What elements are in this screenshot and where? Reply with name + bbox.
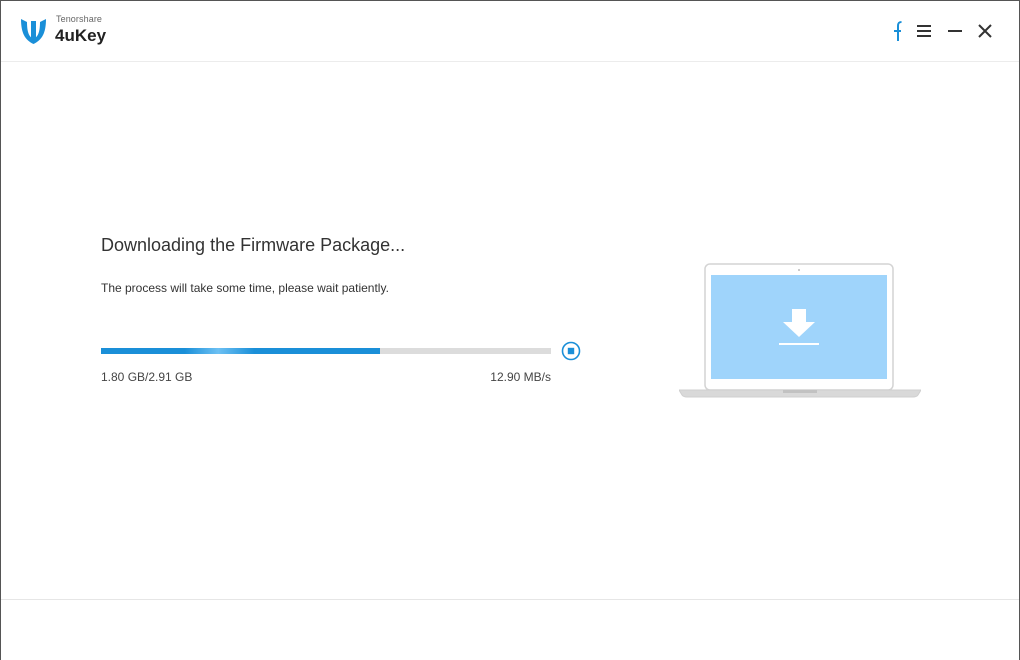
tenorshare-logo-icon: [21, 19, 46, 44]
download-progress-fill: [101, 348, 380, 354]
page-title: Downloading the Firmware Package...: [101, 235, 406, 255]
minimize-icon: [948, 30, 962, 32]
minimize-button[interactable]: [944, 19, 966, 43]
footer-bar: [1, 599, 1019, 660]
menu-button[interactable]: [913, 19, 935, 43]
page-subtitle: The process will take some time, please …: [101, 281, 389, 295]
download-size-text: 1.80 GB/2.91 GB: [101, 370, 193, 384]
menu-icon: [917, 25, 931, 37]
close-icon: [978, 24, 992, 38]
laptop-download-illustration: [679, 263, 921, 398]
app-window: Tenorshare 4uKey Downloading the Firmwar…: [0, 0, 1020, 660]
app-name: 4uKey: [55, 26, 107, 45]
download-progress-bar: [101, 348, 551, 354]
title-bar: Tenorshare 4uKey: [1, 1, 1019, 62]
close-button[interactable]: [974, 19, 996, 43]
facebook-button[interactable]: [885, 19, 907, 43]
stop-download-button[interactable]: [561, 341, 581, 361]
facebook-icon: [894, 21, 902, 41]
brand-company: Tenorshare: [56, 14, 103, 24]
stop-icon: [567, 347, 575, 355]
download-speed-text: 12.90 MB/s: [490, 370, 551, 384]
